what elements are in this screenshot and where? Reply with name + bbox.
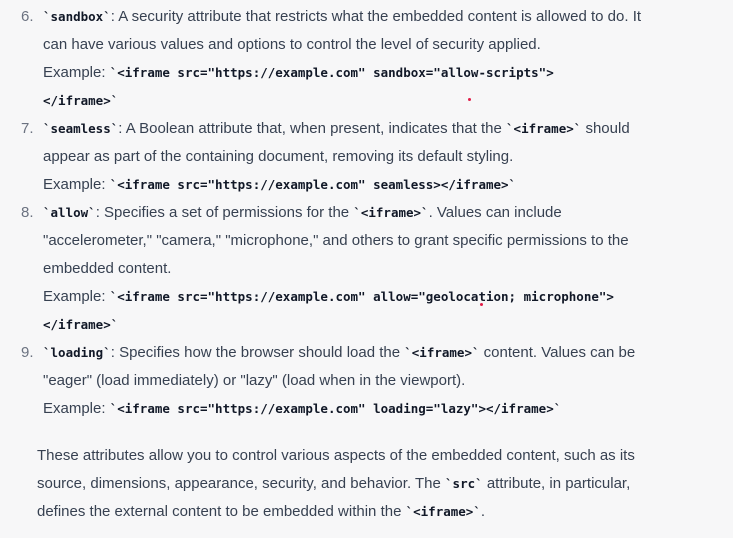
inline-code: `<iframe>` <box>405 504 481 519</box>
body-text: : A security attribute that restricts wh… <box>110 8 642 25</box>
inline-code: `loading` <box>43 345 111 360</box>
body-text: content. Values can be <box>479 344 636 361</box>
inline-code: `<iframe>` <box>353 205 429 220</box>
list-number: 6. <box>21 8 34 25</box>
body-text: These attributes allow you to control va… <box>37 447 635 464</box>
list-number: 9. <box>21 344 34 361</box>
list-item: 7. `seamless`: A Boolean attribute that, … <box>0 115 733 199</box>
example-label: Example: <box>43 64 110 81</box>
inline-code: `<iframe>` <box>404 345 480 360</box>
red-dot-marker <box>468 98 471 101</box>
text-line: `allow`: Specifies a set of permissions … <box>43 199 713 227</box>
body-text: : A Boolean attribute that, when present… <box>118 120 507 137</box>
text-line: Example: `<iframe src="https://example.c… <box>43 171 713 199</box>
example-label: Example: <box>43 176 110 193</box>
text-line: embedded content. <box>43 255 713 283</box>
body-text: "accelerometer," "camera," "microphone,"… <box>43 232 629 249</box>
body-text: can have various values and options to c… <box>43 36 541 53</box>
body-text: attribute, in particular, <box>482 475 631 492</box>
inline-code: `sandbox` <box>43 9 111 24</box>
text-line: can have various values and options to c… <box>43 31 713 59</box>
list-item: 9. `loading`: Specifies how the browser s… <box>0 339 733 423</box>
inline-code: `<iframe src="https://example.com" sandb… <box>109 65 554 80</box>
text-line: appear as part of the containing documen… <box>43 143 713 171</box>
body-text: "eager" (load immediately) or "lazy" (lo… <box>43 372 466 389</box>
inline-code: `<iframe>` <box>506 121 582 136</box>
list-item: 8. `allow`: Specifies a set of permission… <box>0 199 733 339</box>
summary-line: defines the external content to be embed… <box>37 498 717 526</box>
body-text: : Specifies how the browser should load … <box>110 344 405 361</box>
example-label: Example: <box>43 288 110 305</box>
red-dot-marker <box>480 303 483 306</box>
inline-code: `<iframe src="https://example.com" loadi… <box>109 401 562 416</box>
body-text: defines the external content to be embed… <box>37 503 406 520</box>
text-line: Example: `<iframe src="https://example.c… <box>43 395 713 423</box>
text-line: Example: `<iframe src="https://example.c… <box>43 59 713 87</box>
document-page: 6. `sandbox`: A security attribute that r… <box>0 0 733 538</box>
attribute-list: 6. `sandbox`: A security attribute that r… <box>0 3 733 423</box>
list-number: 7. <box>21 120 34 137</box>
summary-paragraph: These attributes allow you to control va… <box>37 442 717 526</box>
summary-line: These attributes allow you to control va… <box>37 442 717 470</box>
text-line: </iframe>` <box>43 311 713 339</box>
text-line: `loading`: Specifies how the browser sho… <box>43 339 713 367</box>
text-line: `seamless`: A Boolean attribute that, wh… <box>43 115 713 143</box>
text-line: "accelerometer," "camera," "microphone,"… <box>43 227 713 255</box>
inline-code: `seamless` <box>43 121 119 136</box>
body-text: : Specifies a set of permissions for the <box>95 204 354 221</box>
inline-code: `<iframe src="https://example.com" allow… <box>109 289 614 304</box>
body-text: appear as part of the containing documen… <box>43 148 514 165</box>
body-text: should <box>581 120 630 137</box>
list-number: 8. <box>21 204 34 221</box>
text-line: `sandbox`: A security attribute that res… <box>43 3 713 31</box>
inline-code: `src` <box>445 476 483 491</box>
text-line: Example: `<iframe src="https://example.c… <box>43 283 713 311</box>
body-text: . Values can include <box>428 204 562 221</box>
list-item: 6. `sandbox`: A security attribute that r… <box>0 3 733 115</box>
inline-code: `<iframe src="https://example.com" seaml… <box>109 177 517 192</box>
summary-line: source, dimensions, appearance, security… <box>37 470 717 498</box>
body-text: embedded content. <box>43 260 172 277</box>
text-line: </iframe>` <box>43 87 713 115</box>
inline-code: </iframe>` <box>43 93 119 108</box>
text-line: "eager" (load immediately) or "lazy" (lo… <box>43 367 713 395</box>
body-text: . <box>480 503 486 520</box>
example-label: Example: <box>43 400 110 417</box>
inline-code: </iframe>` <box>43 317 119 332</box>
inline-code: `allow` <box>43 205 96 220</box>
body-text: source, dimensions, appearance, security… <box>37 475 446 492</box>
